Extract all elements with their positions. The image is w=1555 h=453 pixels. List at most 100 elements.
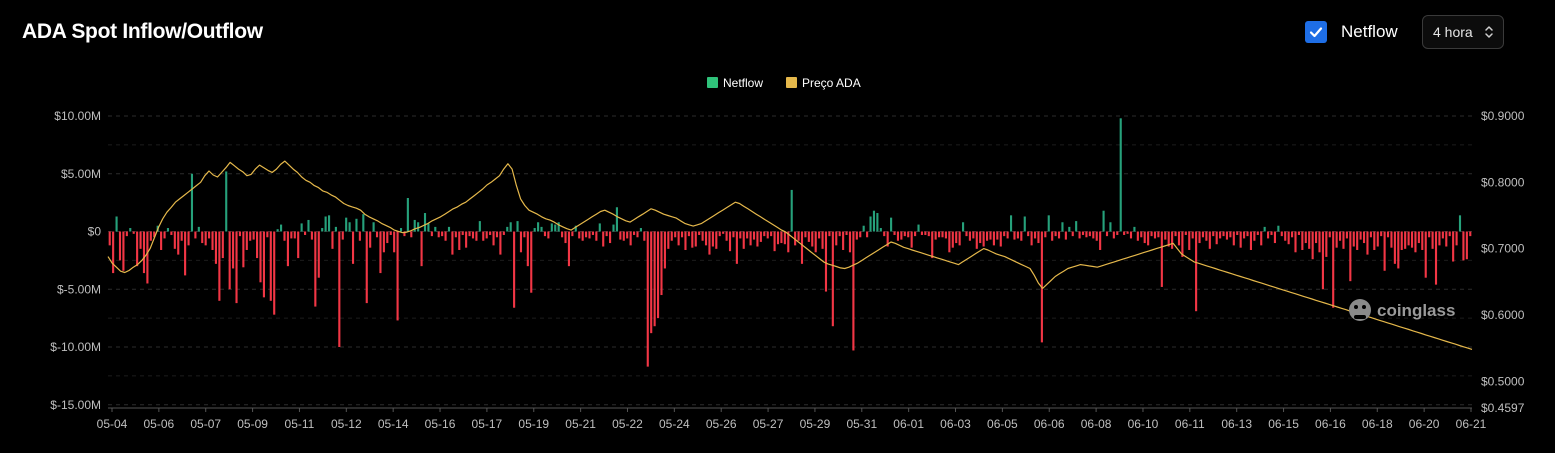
netflow-bar[interactable] (1116, 231, 1119, 235)
netflow-bar[interactable] (924, 231, 927, 235)
netflow-bar[interactable] (1267, 231, 1270, 239)
netflow-bar[interactable] (307, 219, 310, 232)
netflow-bar[interactable] (297, 231, 300, 259)
netflow-bar[interactable] (1421, 231, 1424, 250)
legend-label-price[interactable]: Preço ADA (802, 76, 861, 90)
netflow-bar[interactable] (1047, 215, 1050, 232)
netflow-bar[interactable] (499, 231, 502, 255)
netflow-bar[interactable] (598, 223, 601, 232)
netflow-bar[interactable] (184, 231, 187, 276)
netflow-bar[interactable] (1037, 231, 1040, 244)
netflow-bar[interactable] (1051, 231, 1054, 241)
netflow-bar[interactable] (530, 231, 533, 293)
netflow-bar[interactable] (838, 231, 841, 237)
netflow-bar[interactable] (735, 231, 738, 264)
netflow-bar[interactable] (876, 213, 879, 232)
netflow-bar[interactable] (567, 231, 571, 267)
netflow-bar[interactable] (828, 231, 831, 237)
netflow-bar[interactable] (355, 218, 358, 232)
netflow-bar[interactable] (711, 231, 714, 247)
netflow-bar[interactable] (1369, 231, 1372, 238)
netflow-bar[interactable] (513, 231, 516, 308)
netflow-bar[interactable] (972, 231, 975, 239)
netflow-bar[interactable] (444, 231, 447, 241)
netflow-bar[interactable] (273, 231, 276, 315)
netflow-bar[interactable] (968, 231, 971, 241)
netflow-bar[interactable] (170, 231, 173, 235)
netflow-bar[interactable] (1123, 231, 1126, 235)
netflow-bar[interactable] (1376, 231, 1379, 247)
netflow-bar[interactable] (290, 231, 293, 239)
netflow-bar[interactable] (1390, 231, 1393, 248)
netflow-bar[interactable] (1201, 231, 1205, 238)
netflow-bar[interactable] (375, 231, 379, 238)
netflow-bar[interactable] (1404, 231, 1407, 249)
netflow-bar[interactable] (883, 231, 886, 237)
netflow-bar[interactable] (872, 210, 876, 232)
netflow-bar[interactable] (992, 231, 995, 246)
netflow-bar[interactable] (379, 231, 382, 274)
netflow-bar[interactable] (1359, 231, 1362, 240)
netflow-bar[interactable] (211, 231, 214, 250)
netflow-bar[interactable] (612, 224, 615, 232)
netflow-bar[interactable] (1027, 231, 1030, 237)
netflow-bar[interactable] (746, 231, 749, 239)
netflow-bar[interactable] (399, 228, 403, 232)
netflow-bar[interactable] (1338, 231, 1342, 241)
netflow-bar[interactable] (393, 231, 396, 253)
netflow-bar[interactable] (1301, 231, 1304, 250)
netflow-bar[interactable] (643, 231, 646, 241)
netflow-bar[interactable] (903, 231, 906, 237)
netflow-bar[interactable] (1383, 231, 1386, 271)
netflow-bar[interactable] (680, 231, 684, 238)
netflow-bar[interactable] (286, 231, 289, 267)
netflow-bar[interactable] (938, 231, 941, 238)
netflow-bar[interactable] (136, 231, 139, 267)
netflow-bar[interactable] (859, 231, 862, 238)
netflow-bar[interactable] (441, 231, 444, 237)
netflow-bar[interactable] (1236, 231, 1239, 235)
netflow-bar[interactable] (454, 231, 457, 238)
netflow-bar[interactable] (1386, 231, 1390, 238)
netflow-bar[interactable] (1153, 231, 1157, 239)
netflow-bar[interactable] (430, 231, 433, 237)
netflow-bar[interactable] (989, 231, 992, 240)
netflow-bar[interactable] (1119, 118, 1122, 232)
netflow-bar[interactable] (1129, 231, 1133, 239)
netflow-bar[interactable] (1260, 231, 1263, 246)
netflow-bar[interactable] (1171, 231, 1174, 249)
netflow-bar[interactable] (595, 231, 598, 241)
netflow-bar[interactable] (396, 231, 399, 321)
netflow-bar[interactable] (543, 231, 547, 237)
netflow-bar[interactable] (345, 217, 348, 232)
netflow-bar[interactable] (190, 173, 194, 232)
netflow-bar[interactable] (866, 231, 869, 238)
netflow-bar[interactable] (492, 231, 495, 246)
netflow-bar[interactable] (660, 231, 663, 296)
netflow-bar[interactable] (1246, 231, 1249, 237)
netflow-bar[interactable] (1133, 226, 1136, 232)
netflow-bar[interactable] (1174, 231, 1177, 237)
netflow-bar[interactable] (1198, 231, 1201, 244)
netflow-bar[interactable] (677, 231, 680, 246)
netflow-bar[interactable] (358, 231, 361, 241)
netflow-bar[interactable] (523, 231, 526, 238)
netflow-bar[interactable] (718, 231, 721, 237)
netflow-bar[interactable] (1253, 231, 1256, 241)
netflow-bar[interactable] (348, 222, 351, 232)
netflow-bar[interactable] (266, 231, 269, 238)
netflow-bar[interactable] (725, 231, 728, 241)
netflow-bar[interactable] (1321, 231, 1324, 290)
netflow-bar[interactable] (1469, 231, 1472, 237)
netflow-bar[interactable] (115, 216, 118, 232)
netflow-bar[interactable] (300, 223, 303, 232)
netflow-bar[interactable] (550, 223, 553, 232)
netflow-bar[interactable] (533, 228, 536, 232)
netflow-bar[interactable] (293, 231, 296, 239)
netflow-bar[interactable] (1147, 231, 1150, 246)
netflow-bar[interactable] (931, 231, 934, 259)
netflow-bar[interactable] (670, 231, 673, 241)
netflow-bar[interactable] (1315, 231, 1318, 244)
netflow-bar[interactable] (965, 231, 968, 237)
netflow-bar[interactable] (1003, 231, 1006, 237)
